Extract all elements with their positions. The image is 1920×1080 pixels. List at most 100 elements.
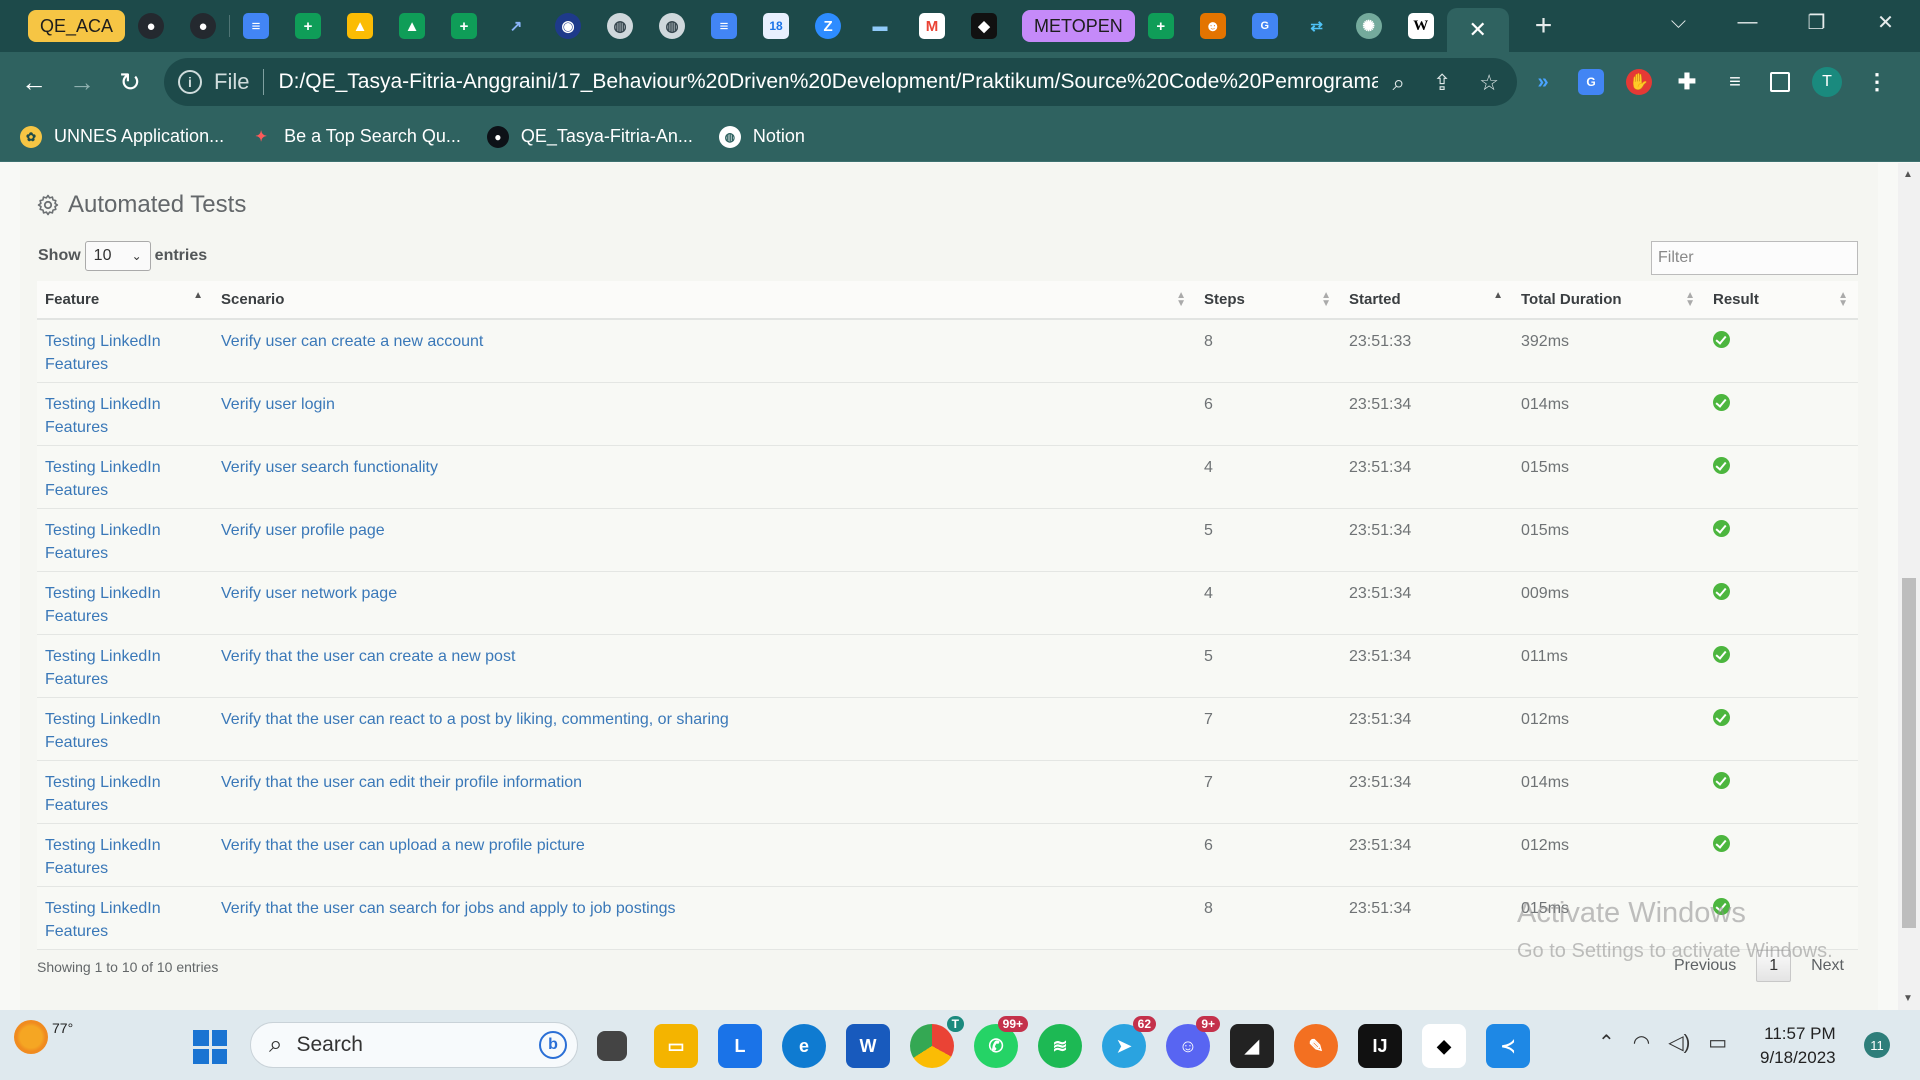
scenario-link[interactable]: Verify that the user can react to a post… [213,697,1196,761]
scenario-link[interactable]: Verify user login [213,382,1196,446]
back-arrow-icon[interactable]: ← [10,58,58,106]
google-drive-icon[interactable]: ▲ [399,13,426,39]
scroll-up-arrow-icon[interactable]: ▲ [1903,169,1913,180]
site-icon[interactable]: ◉ [555,13,582,39]
column-header-total-duration[interactable]: Total Duration ▲ ▼ [1513,281,1705,320]
zoom-icon[interactable]: Z [815,13,842,39]
column-header-result[interactable]: Result ▲ ▼ [1705,281,1858,320]
weather-widget[interactable]: 77° [14,1020,73,1054]
close-window-icon[interactable]: ✕ [1851,10,1920,35]
telegram-icon[interactable]: ➤ 62 [1102,1016,1156,1068]
edge-icon[interactable]: e [782,1024,826,1068]
file-explorer-icon[interactable]: ▭ [654,1024,698,1068]
vertical-scrollbar[interactable]: ▲ ▼ [1898,163,1920,1010]
bookmark-search-quality[interactable]: ✦ Be a Top Search Qu... [250,126,461,148]
spotify-icon[interactable]: ≋ [1038,1024,1082,1068]
bookmark-github[interactable]: ● QE_Tasya-Fitria-An... [486,125,693,148]
feature-link[interactable]: Testing LinkedIn Features [37,571,213,635]
notification-count-badge[interactable]: 11 [1864,1032,1890,1058]
calendar-icon[interactable]: 18 [763,13,790,39]
scenario-link[interactable]: Verify user profile page [213,508,1196,572]
adblock-hand-icon[interactable]: ✋ [1626,69,1652,95]
menu-kebab-icon[interactable]: ⋮ [1864,69,1890,95]
clock[interactable]: 11:57 PM 9/18/2023 [1760,1022,1836,1070]
column-header-scenario[interactable]: Scenario ▲ ▼ [213,281,1196,320]
read-aloud-icon[interactable]: » [1530,69,1556,95]
volume-icon[interactable]: ◁) [1668,1030,1690,1055]
tab-search-chevron-icon[interactable]: ⌵ [1644,11,1713,34]
google-sheets-icon[interactable]: + [1147,13,1174,39]
scenario-link[interactable]: Verify user can create a new account [213,319,1196,383]
zoom-search-icon[interactable]: ⌕ [1393,70,1405,96]
analytics-icon[interactable]: ↗ [503,13,529,39]
globe-icon[interactable]: ◍ [659,13,686,39]
chatgpt-icon[interactable]: ✺ [1355,13,1382,39]
vscode-icon[interactable]: ≺ [1486,1024,1530,1068]
reload-icon[interactable]: ↻ [106,58,154,106]
extensions-puzzle-icon[interactable]: ✚ [1674,69,1700,95]
launcher-l-icon[interactable]: L [718,1024,762,1068]
wikipedia-icon[interactable]: W [1407,13,1434,39]
google-translate-icon[interactable]: G [1251,13,1278,39]
column-header-started[interactable]: Started ▲ [1341,281,1513,320]
notion-icon[interactable]: ◆ [1422,1024,1466,1068]
new-tab-icon[interactable]: + [1535,9,1553,43]
tab-group-metopen[interactable]: METOPEN [1022,10,1135,42]
windows-start-icon[interactable] [193,1030,227,1064]
bookmark-notion[interactable]: ◍ Notion [718,125,805,148]
share-icon[interactable]: ⇪ [1433,70,1451,96]
notion-icon[interactable]: ◆ [971,13,998,39]
feature-link[interactable]: Testing LinkedIn Features [37,823,213,887]
feature-link[interactable]: Testing LinkedIn Features [37,634,213,698]
feature-link[interactable]: Testing LinkedIn Features [37,697,213,761]
address-bar[interactable]: i File D:/QE_Tasya-Fitria-Anggraini/17_B… [164,58,1517,106]
bookmark-unnes[interactable]: ✿ UNNES Application... [20,125,224,148]
chevron-up-icon[interactable]: ⌃ [1598,1030,1615,1055]
scrollbar-thumb[interactable] [1902,578,1916,928]
globe-icon[interactable]: ◍ [607,13,634,39]
feature-link[interactable]: Testing LinkedIn Features [37,886,213,950]
task-view-icon[interactable] [597,1031,627,1061]
side-panel-icon[interactable] [1770,72,1790,92]
github-icon[interactable]: ● [190,13,217,39]
entries-select[interactable]: 10 ⌄ [84,241,151,271]
bookmark-star-icon[interactable]: ☆ [1479,70,1499,96]
google-translate-icon[interactable]: G [1578,69,1604,95]
intellij-icon[interactable]: IJ [1358,1024,1402,1068]
gmail-icon[interactable]: M [919,13,946,39]
discord-icon[interactable]: ☺ 9+ [1166,1016,1220,1068]
google-sheets-icon[interactable]: + [451,13,478,39]
sticky-notes-icon[interactable]: ◢ [1230,1024,1274,1068]
minimize-icon[interactable]: — [1713,11,1782,34]
google-docs-icon[interactable]: ≡ [711,13,738,39]
taskbar-search[interactable]: ⌕ Search b [250,1022,578,1068]
google-docs-icon[interactable]: ≡ [243,13,270,39]
chrome-icon[interactable]: T [910,1016,964,1068]
column-header-feature[interactable]: Feature ▲ [37,281,213,320]
google-sheets-icon[interactable]: + [295,13,322,39]
person-icon[interactable]: ☻ [1199,13,1226,39]
whatsapp-icon[interactable]: ✆ 99+ [974,1016,1028,1068]
feature-link[interactable]: Testing LinkedIn Features [37,382,213,446]
scenario-link[interactable]: Verify user search functionality [213,445,1196,509]
wifi-icon[interactable]: ◠ [1633,1030,1650,1055]
feature-link[interactable]: Testing LinkedIn Features [37,760,213,824]
scenario-link[interactable]: Verify that the user can search for jobs… [213,886,1196,950]
github-icon[interactable]: ● [138,13,165,39]
feature-link[interactable]: Testing LinkedIn Features [37,508,213,572]
scenario-link[interactable]: Verify user network page [213,571,1196,635]
scenario-link[interactable]: Verify that the user can upload a new pr… [213,823,1196,887]
url-text[interactable]: D:/QE_Tasya-Fitria-Anggraini/17_Behaviou… [278,70,1378,94]
scenario-link[interactable]: Verify that the user can create a new po… [213,634,1196,698]
site-icon[interactable]: ▬ [867,13,893,39]
forward-arrow-icon[interactable]: → [58,58,106,106]
media-playlist-icon[interactable]: ≡ [1722,69,1748,95]
battery-icon[interactable]: ▭ [1708,1030,1727,1055]
google-drive-icon[interactable]: ▲ [347,13,374,39]
tab-group-qe-aca[interactable]: QE_ACA [28,10,126,42]
site-icon[interactable]: ⇄ [1304,13,1330,39]
filter-input[interactable] [1651,241,1858,275]
profile-avatar[interactable]: T [1812,67,1842,97]
restore-icon[interactable]: ❐ [1782,10,1851,35]
close-tab-icon[interactable]: ✕ [1469,17,1487,43]
